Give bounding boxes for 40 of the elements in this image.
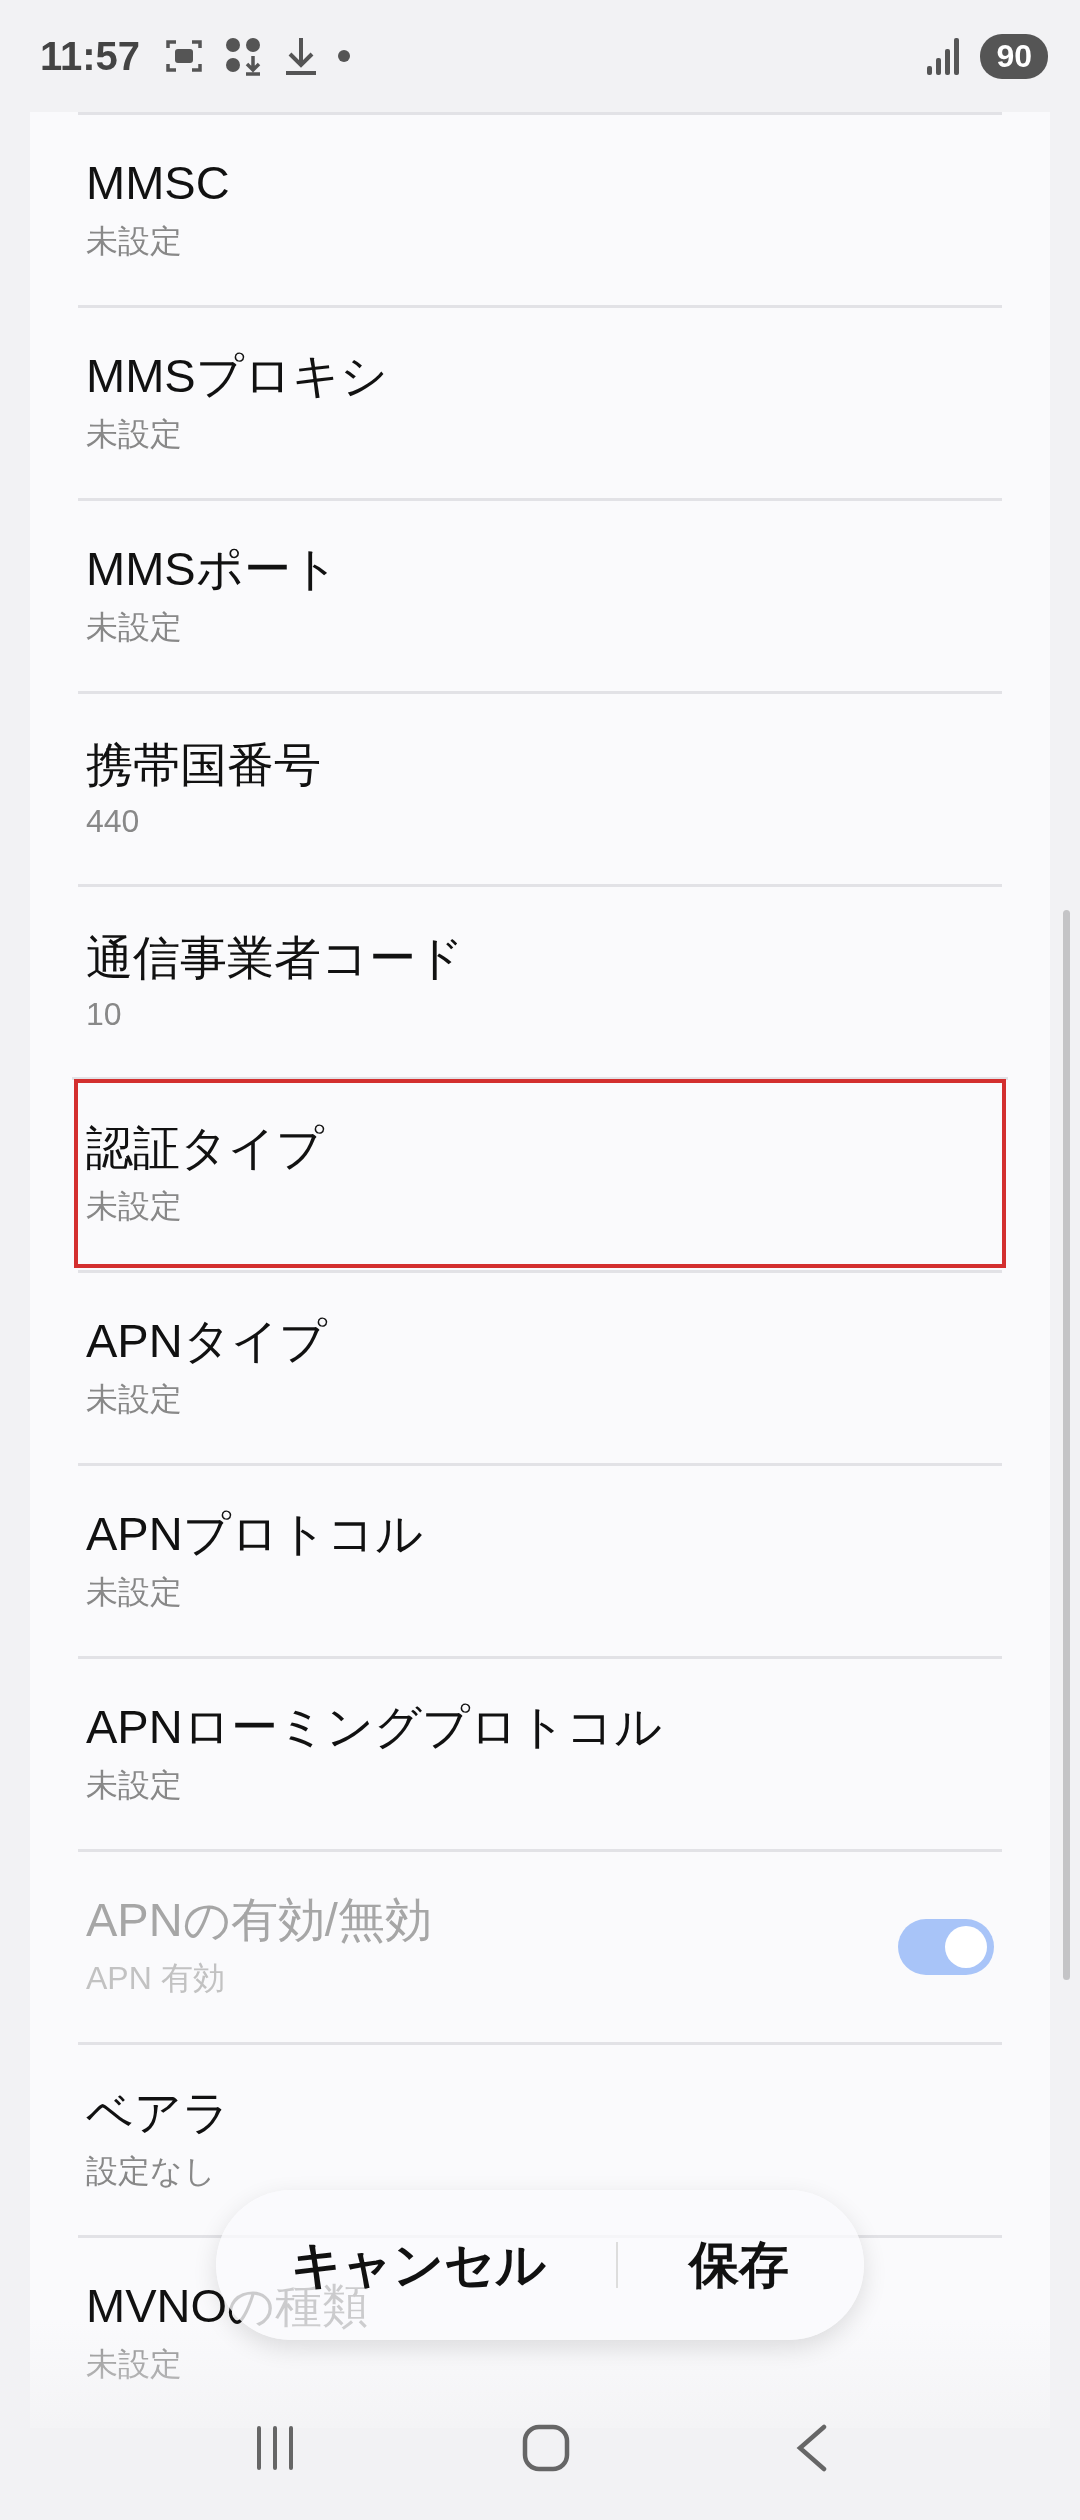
battery-indicator: 90 [980,33,1048,79]
setting-value: 未設定 [86,1380,182,1419]
setting-value: 10 [86,995,122,1033]
setting-title: MMSプロキシ [86,348,388,403]
setting-value: 未設定 [86,2345,182,2384]
setting-value: APN 有効 [86,1959,225,1998]
setting-title: 通信事業者コード [86,931,464,986]
home-icon[interactable] [522,2424,570,2472]
setting-row[interactable]: APNローミングプロトコル 未設定 [78,1656,1002,1849]
setting-title: 認証タイプ [86,1120,324,1175]
setting-value: 未設定 [86,1187,182,1226]
setting-value: 未設定 [86,415,182,454]
setting-value: 未設定 [86,1766,182,1805]
setting-row[interactable]: 携帯国番号 440 [78,691,1002,884]
setting-row[interactable]: APNプロトコル 未設定 [78,1463,1002,1656]
setting-value: 設定なし [86,2152,216,2191]
setting-row[interactable]: APNタイプ 未設定 [78,1270,1002,1463]
save-button[interactable]: 保存 [688,2240,789,2290]
setting-value: 未設定 [86,222,182,261]
setting-value: 未設定 [86,1573,182,1612]
status-time: 11:57 [40,33,141,79]
setting-row[interactable]: MMSポート 未設定 [78,498,1002,691]
setting-row[interactable]: 認証タイプ 未設定 [72,1077,1008,1270]
setting-row[interactable]: MMSプロキシ 未設定 [78,305,1002,498]
setting-title: APNプロトコル [86,1506,423,1561]
setting-title: MMSポート [86,541,339,596]
setting-value: 440 [86,802,140,840]
notification-dot-icon [338,50,351,62]
setting-row[interactable]: 通信事業者コード 10 [78,884,1002,1077]
setting-title: ベアラ [86,2085,230,2140]
setting-title: MMSC [86,155,230,210]
setting-title: 携帯国番号 [86,738,321,793]
download-icon [284,36,319,76]
setting-value: 未設定 [86,608,182,647]
setting-title: APNローミングプロトコル [86,1699,662,1754]
setting-title: APNの有効/無効 [86,1892,432,1947]
setting-title: APNタイプ [86,1313,327,1368]
back-icon[interactable] [795,2424,828,2472]
setting-row[interactable]: MMSC 未設定 [78,112,1002,305]
signal-icon [926,36,961,76]
